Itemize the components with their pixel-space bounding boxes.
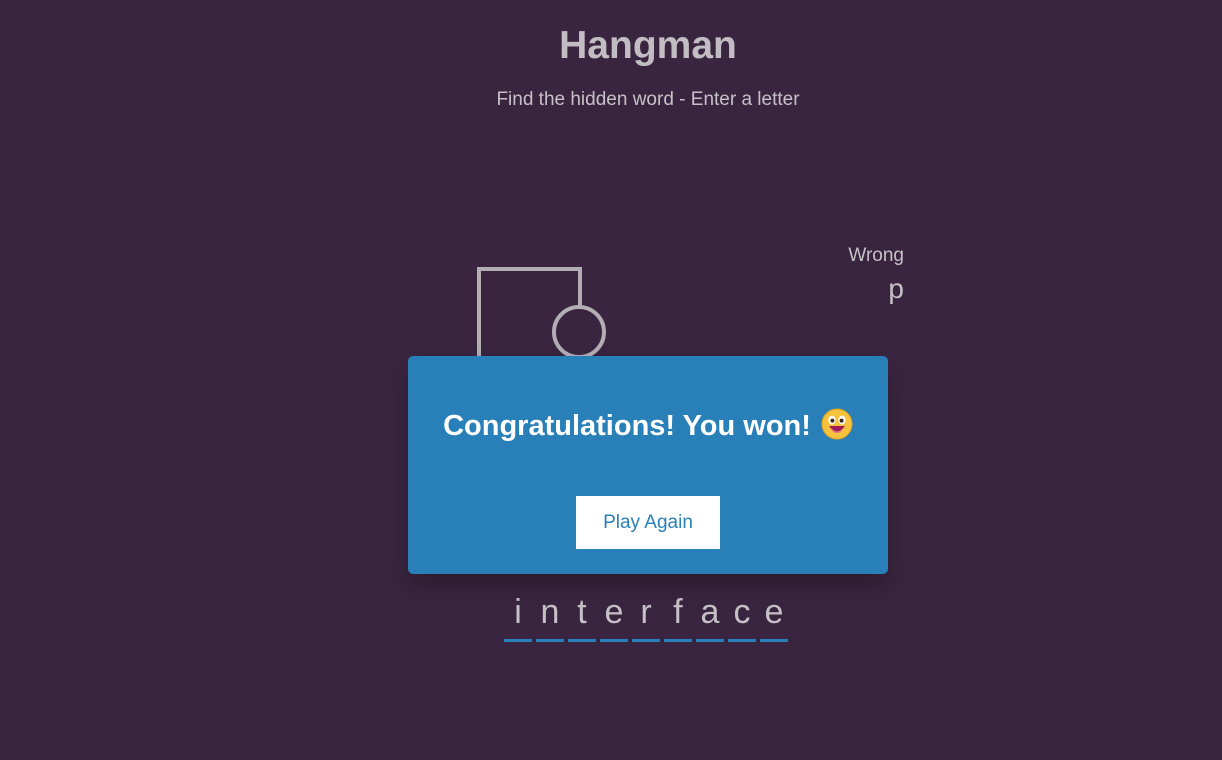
word-letter: a [696,592,724,642]
word-letter: t [568,592,596,642]
popup-message: Congratulations! You won! [443,410,811,442]
page-subtitle: Find the hidden word - Enter a letter [496,89,800,110]
word-letter: r [632,592,660,642]
word-letter: e [760,592,788,642]
page-title: Hangman [559,24,737,67]
wrong-letters-list: p [888,273,904,304]
word-letter: i [504,592,532,642]
play-again-button[interactable]: Play Again [576,496,720,549]
result-popup: Congratulations! You won! Play Again [408,356,888,574]
popup-message-line: Congratulations! You won! [408,406,888,446]
word-letter: e [600,592,628,642]
hangman-figure [477,267,606,370]
hangman-head [552,305,606,359]
word-letter: c [728,592,756,642]
hidden-word: i n t e r f a c e [504,592,788,642]
wrong-letters-label: Wrong [848,245,904,266]
word-letter: n [536,592,564,642]
grinning-face-icon [821,408,853,440]
word-letter: f [664,592,692,642]
wrong-letters-panel: Wrong p [848,243,904,307]
